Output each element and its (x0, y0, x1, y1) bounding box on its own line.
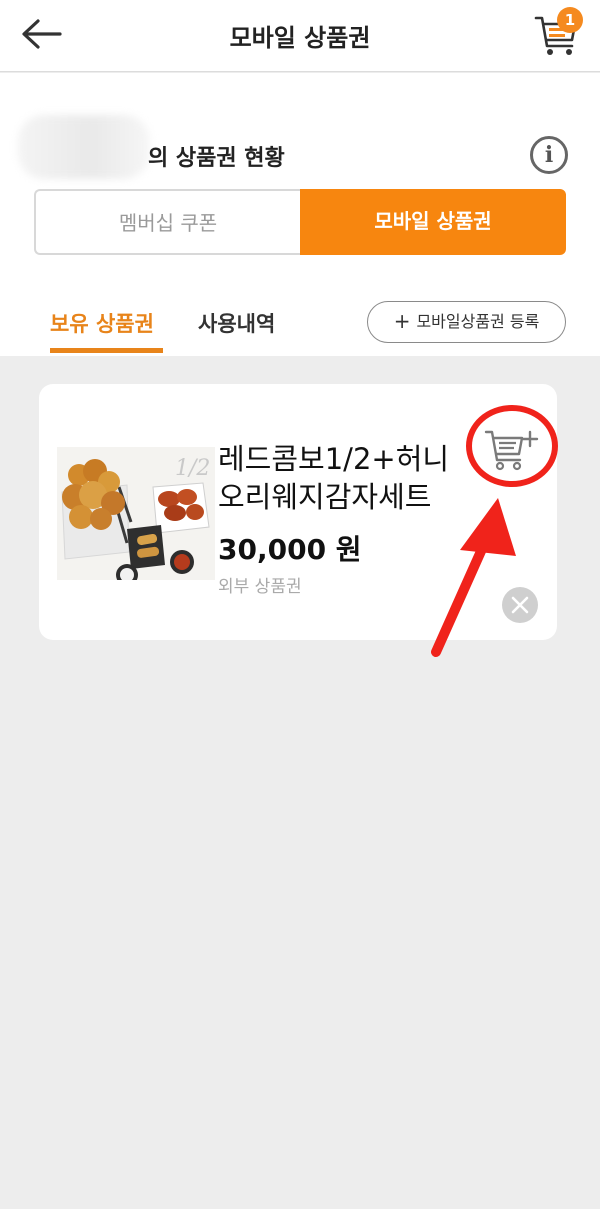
info-button[interactable]: i (530, 136, 568, 174)
voucher-price: 30,000 원 (218, 533, 362, 566)
voucher-product-image: 1/2 (57, 447, 215, 580)
voucher-name-line-1: 레드콤보1/2+허니 (218, 442, 450, 476)
mobile-voucher-tab[interactable]: 모바일 상품권 (300, 189, 566, 255)
voucher-type-label: 외부 상품권 (218, 577, 302, 597)
image-half-text: 1/2 (175, 456, 210, 481)
register-voucher-button[interactable]: + 모바일상품권 등록 (367, 301, 566, 343)
voucher-status-title: 의 상품권 현황 (148, 146, 285, 171)
annotation-arrow (431, 498, 516, 657)
plus-icon: + (393, 309, 411, 333)
register-voucher-label: 모바일상품권 등록 (416, 312, 540, 331)
cart-count-badge: 1 (557, 7, 583, 33)
blurred-user-name (18, 115, 150, 179)
app-header: 모바일 상품권 1 (0, 0, 600, 72)
active-tab-indicator (50, 348, 163, 353)
page-title: 모바일 상품권 (229, 24, 371, 52)
tab-usage-history[interactable]: 사용내역 (198, 308, 275, 338)
annotation-highlight-circle (466, 405, 558, 487)
tab-owned-vouchers[interactable]: 보유 상품권 (50, 308, 154, 338)
info-icon: i (544, 142, 554, 168)
membership-coupon-tab[interactable]: 멤버십 쿠폰 (34, 189, 300, 255)
